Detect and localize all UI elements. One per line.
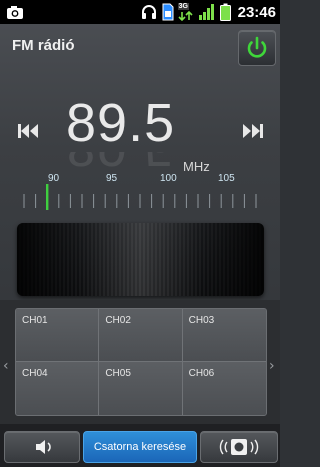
frequency-reflection: 89.5 [66,152,175,174]
speaker-button[interactable] [4,431,80,463]
frequency-display: 89.5 [66,93,176,153]
tuner-scale[interactable] [0,184,280,212]
sim-card-icon [162,3,174,21]
preset-ch04[interactable]: CH04 [16,362,100,415]
record-button[interactable] [200,431,278,463]
preset-next-arrow-icon[interactable]: › [269,358,275,374]
bottom-toolbar: Csatorna keresése [0,424,280,467]
battery-icon [219,3,231,21]
scale-label: 105 [218,173,235,184]
preset-ch05[interactable]: CH05 [99,362,183,415]
radio-main-panel: FM rádió 89.5 89.5 MHz 90 95 100 105 [0,24,280,300]
camera-icon [7,6,23,19]
status-bar: 3G 23:46 [0,0,280,24]
preset-ch06[interactable]: CH06 [182,362,266,415]
network-label: 3G [177,3,189,10]
preset-ch02[interactable]: CH02 [99,309,183,362]
frequency-unit: MHz [183,159,210,174]
record-icon [219,439,259,455]
scale-label: 100 [160,173,177,184]
scale-label: 95 [106,173,118,184]
preset-panel: ‹ CH01 CH02 CH03 CH04 CH05 CH06 › [0,300,280,424]
headphones-icon [141,5,156,19]
preset-ch03[interactable]: CH03 [182,309,266,362]
signal-icon [198,4,214,20]
preset-prev-arrow-icon[interactable]: ‹ [3,358,9,374]
scan-channels-button[interactable]: Csatorna keresése [83,431,197,463]
power-button[interactable] [238,30,276,66]
preset-ch01[interactable]: CH01 [16,309,100,362]
network-3g-icon: 3G [177,3,194,21]
clock: 23:46 [237,3,276,21]
tuning-knob[interactable] [17,223,264,296]
power-icon [247,36,267,58]
preset-grid: CH01 CH02 CH03 CH04 CH05 CH06 [15,308,267,416]
previous-station-icon[interactable] [17,122,39,140]
speaker-icon [36,440,51,454]
page-title: FM rádió [12,37,75,54]
scale-label: 90 [48,173,60,184]
next-station-icon[interactable] [242,122,264,140]
